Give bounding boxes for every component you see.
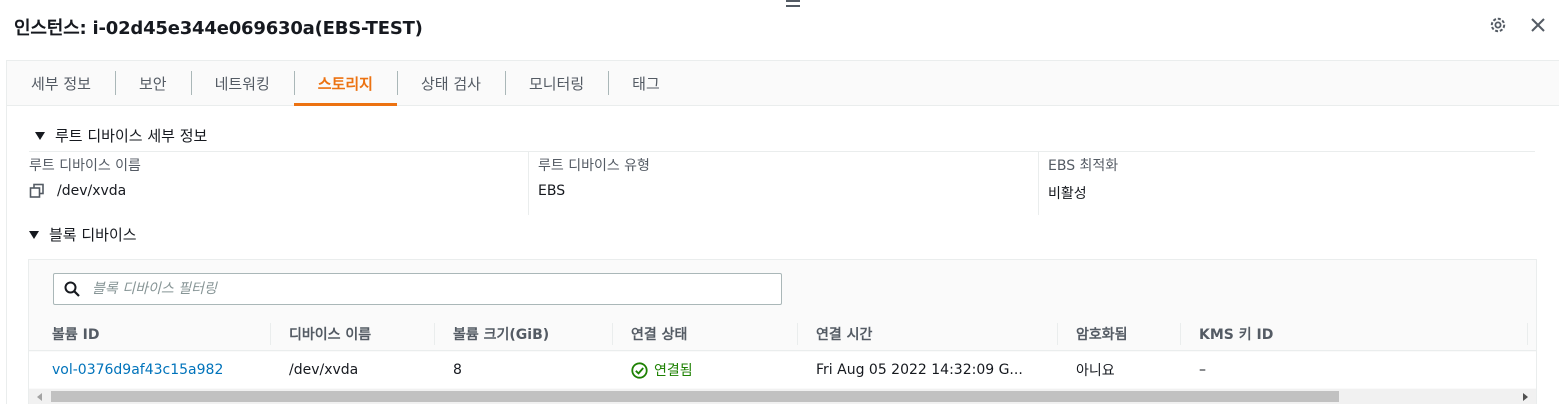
attach-status-text: 연결됨 xyxy=(654,363,693,379)
table-header-row: 볼륨 ID 디바이스 이름 볼륨 크기(GiB) 연결 상태 연결 시간 암호화… xyxy=(29,317,1536,351)
close-icon[interactable] xyxy=(1527,12,1549,38)
root-device-section-title: 루트 디바이스 세부 정보 xyxy=(55,127,208,145)
volume-size-cell: 8 xyxy=(453,362,462,378)
panel-header: 인스턴스: i-02d45e344e069630a(EBS-TEST) xyxy=(14,14,423,40)
root-device-type-label: 루트 디바이스 유형 xyxy=(538,158,650,174)
panel-title: 인스턴스: i-02d45e344e069630a(EBS-TEST) xyxy=(14,18,423,39)
header-actions xyxy=(1487,12,1549,38)
panel-resize-handle[interactable] xyxy=(786,0,800,10)
scroll-left-icon[interactable] xyxy=(37,393,42,401)
tab-tags[interactable]: 태그 xyxy=(608,61,684,106)
attach-status-cell: 연결됨 xyxy=(631,352,693,388)
column-header-volume-id[interactable]: 볼륨 ID xyxy=(52,317,99,351)
root-device-name-field: 루트 디바이스 이름 /dev/xvda xyxy=(29,151,529,215)
column-header-volume-size[interactable]: 볼륨 크기(GiB) xyxy=(453,317,549,351)
column-header-device-name[interactable]: 디바이스 이름 xyxy=(289,317,371,351)
table-row: vol-0376d9af43c15a982 /dev/xvda 8 연결됨 Fr… xyxy=(29,352,1536,388)
search-icon xyxy=(64,281,80,297)
ebs-optimized-label: EBS 최적화 xyxy=(1048,158,1119,174)
ebs-optimized-value: 비활성 xyxy=(1048,186,1087,202)
column-header-encrypted[interactable]: 암호화됨 xyxy=(1076,317,1128,351)
tab-networking[interactable]: 네트워킹 xyxy=(190,61,294,106)
volume-id-link[interactable]: vol-0376d9af43c15a982 xyxy=(52,362,223,378)
block-devices-table: 볼륨 ID 디바이스 이름 볼륨 크기(GiB) 연결 상태 연결 시간 암호화… xyxy=(28,259,1537,404)
volume-id-cell: vol-0376d9af43c15a982 xyxy=(52,352,223,388)
root-device-type-field: 루트 디바이스 유형 EBS xyxy=(528,151,1038,215)
block-device-filter-input[interactable] xyxy=(92,275,781,303)
root-device-name-label: 루트 디바이스 이름 xyxy=(29,158,141,174)
horizontal-scrollbar[interactable] xyxy=(29,389,1536,404)
scroll-right-icon[interactable] xyxy=(1523,393,1528,401)
column-header-attach-time[interactable]: 연결 시간 xyxy=(816,317,872,351)
device-name-cell: /dev/xvda xyxy=(289,362,359,378)
caret-down-icon xyxy=(35,131,45,140)
check-circle-icon xyxy=(631,361,648,379)
block-devices-section-toggle[interactable]: 블록 디바이스 xyxy=(29,224,137,245)
ebs-optimized-field: EBS 최적화 비활성 xyxy=(1038,151,1535,215)
tab-status-checks[interactable]: 상태 검사 xyxy=(396,61,505,106)
copy-icon[interactable] xyxy=(29,183,45,199)
gear-icon[interactable] xyxy=(1487,12,1509,38)
column-header-attach-status[interactable]: 연결 상태 xyxy=(631,317,687,351)
caret-down-icon xyxy=(29,230,39,239)
root-device-type-value: EBS xyxy=(538,183,566,199)
tab-monitoring[interactable]: 모니터링 xyxy=(504,61,608,106)
tab-details[interactable]: 세부 정보 xyxy=(7,61,115,106)
root-device-name-value: /dev/xvda xyxy=(57,183,127,199)
tab-bar: 세부 정보 보안 네트워킹 스토리지 상태 검사 모니터링 태그 xyxy=(7,61,1559,106)
block-device-filter[interactable] xyxy=(53,273,782,305)
column-header-kms-key-id[interactable]: KMS 키 ID xyxy=(1199,317,1273,351)
kms-key-id-cell: – xyxy=(1199,362,1206,378)
tab-storage[interactable]: 스토리지 xyxy=(293,61,398,106)
root-device-section-toggle[interactable]: 루트 디바이스 세부 정보 xyxy=(35,125,207,146)
attach-time-cell: Fri Aug 05 2022 14:32:09 G... xyxy=(816,362,1023,378)
block-devices-section-title: 블록 디바이스 xyxy=(49,226,137,244)
scrollbar-thumb[interactable] xyxy=(51,391,1339,402)
encrypted-cell: 아니요 xyxy=(1076,363,1115,379)
tab-security[interactable]: 보안 xyxy=(114,61,191,106)
root-device-details: 루트 디바이스 이름 /dev/xvda 루트 디바이스 유형 EBS EBS … xyxy=(29,151,1535,275)
